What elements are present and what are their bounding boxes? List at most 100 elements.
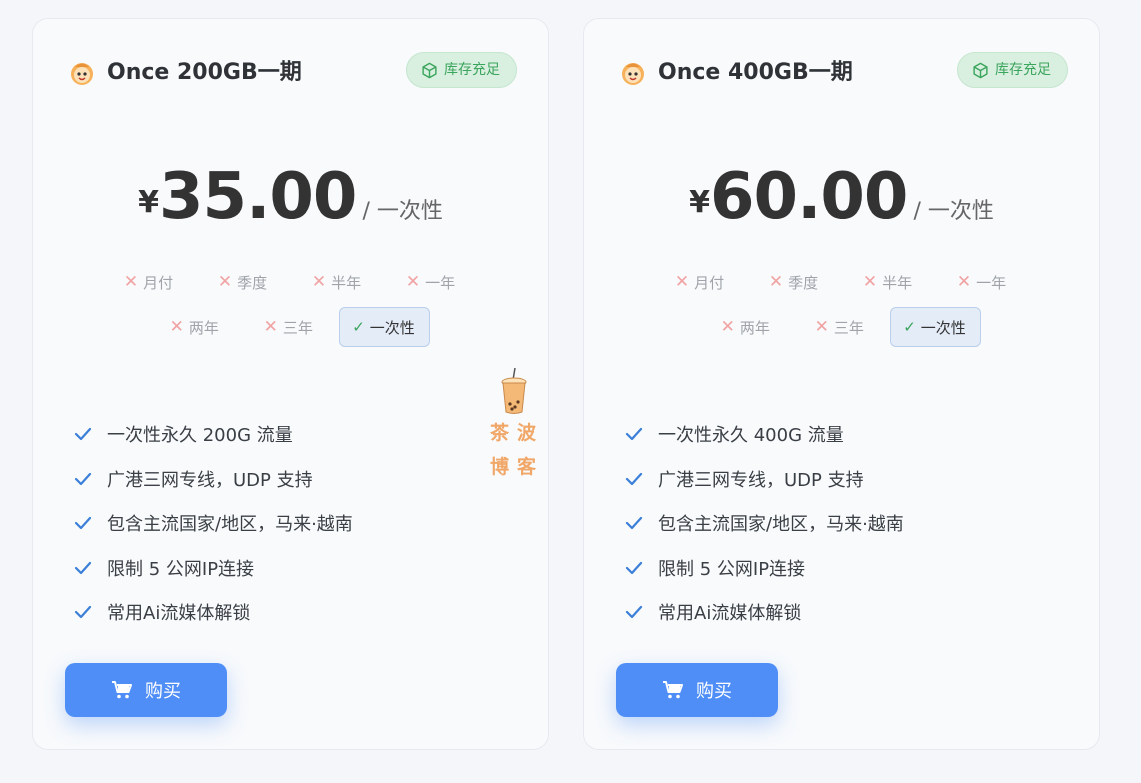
- period-option-monthly: ✕ 月付: [106, 262, 194, 302]
- feature-item: 常用Ai流媒体解锁: [73, 590, 528, 635]
- x-icon: ✕: [217, 272, 233, 292]
- x-icon: ✕: [814, 317, 829, 337]
- feature-item: 常用Ai流媒体解锁: [624, 590, 1079, 635]
- feature-item: 一次性永久 200G 流量: [73, 412, 528, 457]
- check-icon: [74, 561, 92, 574]
- period-option-three-years: ✕ 三年: [796, 307, 884, 347]
- card-header: Once 200GB一期 库存充足: [69, 52, 517, 91]
- price-period: / 一次性: [913, 199, 994, 224]
- period-option-three-years: ✕ 三年: [245, 307, 333, 347]
- feature-item: 一次性永久 400G 流量: [624, 412, 1079, 457]
- feature-text: 包含主流国家/地区，马来·越南: [658, 514, 904, 536]
- feature-item: 广港三网专线，UDP 支持: [73, 457, 528, 502]
- watermark: 茶波 博客: [486, 366, 546, 486]
- price-display: ¥35.00/ 一次性: [33, 157, 548, 237]
- period-options-row-1: ✕ 月付 ✕ 季度 ✕ 半年 ✕ 一年: [584, 262, 1099, 302]
- check-icon: ✓: [903, 318, 916, 336]
- currency-symbol: ¥: [689, 185, 711, 220]
- period-option-yearly: ✕ 一年: [388, 262, 476, 302]
- stock-badge: 库存充足: [957, 52, 1068, 88]
- check-icon: [625, 472, 643, 485]
- feature-text: 广港三网专线，UDP 支持: [107, 469, 313, 491]
- check-icon: [625, 606, 643, 619]
- cartoon-face-icon: [71, 63, 93, 85]
- price-period: / 一次性: [362, 199, 443, 224]
- period-label: 一年: [976, 273, 1007, 292]
- feature-text: 一次性永久 200G 流量: [107, 425, 293, 447]
- period-options-row-2: ✕ 两年 ✕ 三年 ✓ 一次性: [33, 307, 548, 347]
- x-icon: ✕: [674, 272, 690, 292]
- period-label: 月付: [694, 273, 725, 292]
- watermark-text-line-1: 茶波: [490, 422, 545, 444]
- plan-card-200gb: Once 200GB一期 库存充足 ¥35.00/ 一次性 ✕ 月付 ✕ 季度 ✕ 半…: [32, 18, 549, 750]
- x-icon: ✕: [311, 272, 327, 292]
- feature-text: 广港三网专线，UDP 支持: [658, 469, 864, 491]
- buy-button[interactable]: 购买: [616, 663, 778, 717]
- period-option-yearly: ✕ 一年: [939, 262, 1027, 302]
- period-label: 两年: [739, 318, 770, 337]
- x-icon: ✕: [123, 272, 139, 292]
- card-header: Once 400GB一期 库存充足: [620, 52, 1068, 91]
- feature-text: 限制 5 公网IP连接: [658, 558, 806, 580]
- cube-icon: [973, 62, 988, 78]
- stock-badge: 库存充足: [406, 52, 517, 88]
- cube-icon: [422, 62, 437, 78]
- buy-label: 购买: [145, 681, 181, 702]
- period-label: 季度: [788, 273, 819, 292]
- check-icon: [625, 561, 643, 574]
- feature-text: 一次性永久 400G 流量: [658, 425, 844, 447]
- period-label: 半年: [882, 273, 913, 292]
- check-icon: [74, 472, 92, 485]
- period-option-half-year: ✕ 半年: [294, 262, 382, 302]
- period-label: 三年: [833, 318, 864, 337]
- plan-title: Once 200GB一期: [107, 60, 302, 85]
- period-option-one-time[interactable]: ✓ 一次性: [890, 307, 981, 347]
- cart-icon: [112, 681, 132, 699]
- period-label: 月付: [143, 273, 174, 292]
- feature-item: 包含主流国家/地区，马来·越南: [624, 501, 1079, 546]
- currency-symbol: ¥: [138, 185, 160, 220]
- period-option-half-year: ✕ 半年: [845, 262, 933, 302]
- stock-label: 库存充足: [995, 62, 1051, 78]
- x-icon: ✕: [956, 272, 972, 292]
- check-icon: [625, 428, 643, 441]
- feature-item: 包含主流国家/地区，马来·越南: [73, 501, 528, 546]
- cartoon-face-icon: [622, 63, 644, 85]
- price-display: ¥60.00/ 一次性: [584, 157, 1099, 237]
- watermark-text-line-2: 博客: [490, 456, 545, 478]
- feature-item: 广港三网专线，UDP 支持: [624, 457, 1079, 502]
- period-option-monthly: ✕ 月付: [657, 262, 745, 302]
- period-label: 季度: [237, 273, 268, 292]
- period-option-quarterly: ✕ 季度: [200, 262, 288, 302]
- plan-title: Once 400GB一期: [658, 60, 853, 85]
- buy-button[interactable]: 购买: [65, 663, 227, 717]
- x-icon: ✕: [862, 272, 878, 292]
- period-label: 半年: [331, 273, 362, 292]
- check-icon: [74, 517, 92, 530]
- feature-text: 限制 5 公网IP连接: [107, 558, 255, 580]
- feature-list: 一次性永久 400G 流量 广港三网专线，UDP 支持 包含主流国家/地区，马来…: [624, 412, 1079, 635]
- check-icon: [74, 428, 92, 441]
- x-icon: ✕: [720, 317, 735, 337]
- x-icon: ✕: [768, 272, 784, 292]
- period-label: 一次性: [369, 318, 415, 337]
- check-icon: ✓: [352, 318, 365, 336]
- period-options-row-2: ✕ 两年 ✕ 三年 ✓ 一次性: [584, 307, 1099, 347]
- feature-text: 包含主流国家/地区，马来·越南: [107, 514, 353, 536]
- feature-item: 限制 5 公网IP连接: [624, 546, 1079, 591]
- period-label: 三年: [282, 318, 313, 337]
- period-option-two-years: ✕ 两年: [702, 307, 790, 347]
- buy-label: 购买: [696, 681, 732, 702]
- x-icon: ✕: [405, 272, 421, 292]
- period-option-two-years: ✕ 两年: [151, 307, 239, 347]
- period-option-quarterly: ✕ 季度: [751, 262, 839, 302]
- x-icon: ✕: [263, 317, 278, 337]
- feature-text: 常用Ai流媒体解锁: [107, 603, 251, 625]
- check-icon: [74, 606, 92, 619]
- stock-label: 库存充足: [444, 62, 500, 78]
- x-icon: ✕: [169, 317, 184, 337]
- period-option-one-time[interactable]: ✓ 一次性: [339, 307, 430, 347]
- check-icon: [625, 517, 643, 530]
- bubble-tea-icon: [501, 367, 527, 414]
- period-label: 两年: [188, 318, 219, 337]
